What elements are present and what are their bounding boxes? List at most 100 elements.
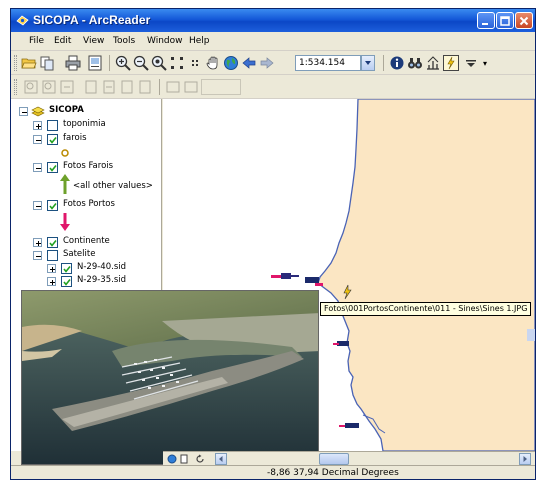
fixed-zoom-out-icon[interactable]: [187, 55, 203, 71]
layer-checkbox[interactable]: [47, 237, 58, 248]
check-icon: [63, 279, 71, 286]
minus-icon: [36, 206, 41, 207]
layout-whole-page-icon[interactable]: [83, 79, 99, 95]
layout-zoom-in-icon[interactable]: [23, 79, 39, 95]
maximize-button[interactable]: [496, 12, 514, 29]
layer-checkbox[interactable]: [47, 250, 58, 261]
layout-pan-icon[interactable]: [59, 79, 75, 95]
plus-icon: [36, 124, 41, 129]
layout-forward-icon[interactable]: [183, 79, 199, 95]
toc-layer-satelite[interactable]: Satelite: [11, 249, 161, 262]
back-icon[interactable]: [241, 55, 257, 71]
zoom-out-icon[interactable]: [133, 55, 149, 71]
harbour-photo: [21, 290, 319, 465]
toc-layer-fotos-portos[interactable]: Fotos Portos: [11, 199, 161, 212]
identify-icon[interactable]: [389, 55, 405, 71]
toc-layer-sid-2[interactable]: N-29-35.sid: [11, 275, 161, 288]
toc-layer-sid-1[interactable]: N-29-40.sid: [11, 262, 161, 275]
status-bar: -8,86 37,94 Decimal Degrees: [11, 465, 535, 479]
find-icon[interactable]: [407, 55, 423, 71]
chevron-right-icon: [523, 456, 527, 462]
layer-label: Fotos Farois: [63, 161, 114, 171]
layout-fixed-out-icon[interactable]: [137, 79, 153, 95]
layout-fixed-in-icon[interactable]: [119, 79, 135, 95]
zoom-extent-icon[interactable]: [151, 55, 167, 71]
toolbar-options-icon[interactable]: [463, 55, 479, 71]
refresh-icon[interactable]: [195, 454, 205, 464]
menu-view[interactable]: View: [83, 36, 104, 46]
map-scale-dropdown[interactable]: [361, 55, 375, 71]
maximize-icon: [500, 16, 510, 26]
layer-checkbox[interactable]: [61, 263, 72, 274]
close-button[interactable]: [515, 12, 533, 29]
toolbar-more-glyph[interactable]: ▾: [483, 59, 487, 68]
port-marker[interactable]: [339, 423, 359, 428]
menu-tools[interactable]: Tools: [113, 36, 135, 46]
collapse-toggle[interactable]: [19, 107, 28, 116]
toc-root[interactable]: SICOPA: [11, 105, 161, 118]
minimize-icon: [482, 23, 488, 25]
collapse-toggle[interactable]: [33, 135, 42, 144]
layer-checkbox[interactable]: [47, 134, 58, 145]
hyperlink-icon[interactable]: [443, 55, 459, 71]
menu-file[interactable]: File: [29, 36, 44, 46]
layout-zoom-100-icon[interactable]: [101, 79, 117, 95]
land-area: [317, 99, 535, 451]
collapse-toggle[interactable]: [33, 251, 42, 260]
plus-icon: [50, 267, 55, 272]
minimize-button[interactable]: [477, 12, 495, 29]
fixed-zoom-in-icon[interactable]: [169, 55, 185, 71]
lighthouse-symbol-icon: [61, 149, 69, 157]
layout-back-icon[interactable]: [165, 79, 181, 95]
expand-toggle[interactable]: [33, 121, 42, 130]
layer-checkbox[interactable]: [61, 276, 72, 287]
title-bar[interactable]: SICOPA - ArcReader: [11, 9, 535, 32]
forward-icon[interactable]: [259, 55, 275, 71]
open-icon[interactable]: [21, 55, 37, 71]
layer-label: Fotos Portos: [63, 199, 115, 209]
expand-toggle[interactable]: [47, 277, 56, 286]
expand-toggle[interactable]: [47, 264, 56, 273]
scroll-right-button[interactable]: [519, 453, 531, 465]
toc-layer-fotos-farois[interactable]: Fotos Farois: [11, 161, 161, 174]
check-icon: [49, 240, 57, 247]
menu-window[interactable]: Window: [147, 36, 183, 46]
zoom-in-icon[interactable]: [115, 55, 131, 71]
menu-help[interactable]: Help: [189, 36, 210, 46]
legend-class-label: <all other values>: [73, 181, 153, 191]
layer-checkbox[interactable]: [47, 200, 58, 211]
data-view-icon[interactable]: [167, 454, 177, 464]
layer-checkbox[interactable]: [47, 162, 58, 173]
port-marker-sines[interactable]: [271, 273, 299, 279]
layout-view-icon[interactable]: [179, 454, 189, 464]
globe-icon[interactable]: [223, 55, 239, 71]
collapse-toggle[interactable]: [33, 163, 42, 172]
coordinate-readout: -8,86 37,94 Decimal Degrees: [267, 468, 399, 478]
toc-layer-toponimia[interactable]: toponimia: [11, 119, 161, 132]
check-icon: [49, 137, 57, 144]
layout-view-icon[interactable]: [87, 55, 103, 71]
layout-zoom-combo[interactable]: [201, 79, 241, 95]
port-marker[interactable]: [333, 341, 349, 346]
layer-label: Satelite: [63, 249, 96, 259]
layout-zoom-out-icon[interactable]: [41, 79, 57, 95]
scroll-left-button[interactable]: [215, 453, 227, 465]
toolbar-grip[interactable]: [14, 55, 17, 71]
copy-map-icon[interactable]: [39, 55, 55, 71]
layer-checkbox[interactable]: [47, 120, 58, 131]
measure-icon[interactable]: [425, 55, 441, 71]
toc-layer-farois[interactable]: farois: [11, 133, 161, 146]
map-scale-input[interactable]: 1:534.154: [295, 55, 361, 71]
arcreader-window: SICOPA - ArcReader File Edit View Tools …: [10, 8, 536, 480]
minus-icon: [36, 256, 41, 257]
collapse-toggle[interactable]: [33, 201, 42, 210]
horizontal-scroll-thumb[interactable]: [319, 453, 349, 465]
pan-icon[interactable]: [205, 55, 221, 71]
menu-edit[interactable]: Edit: [54, 36, 71, 46]
minus-icon: [22, 112, 27, 113]
toolbar-separator: [383, 55, 384, 71]
expand-toggle[interactable]: [33, 238, 42, 247]
toc-layer-continente[interactable]: Continente: [11, 236, 161, 249]
print-icon[interactable]: [65, 55, 81, 71]
toolbar-grip[interactable]: [14, 79, 17, 95]
